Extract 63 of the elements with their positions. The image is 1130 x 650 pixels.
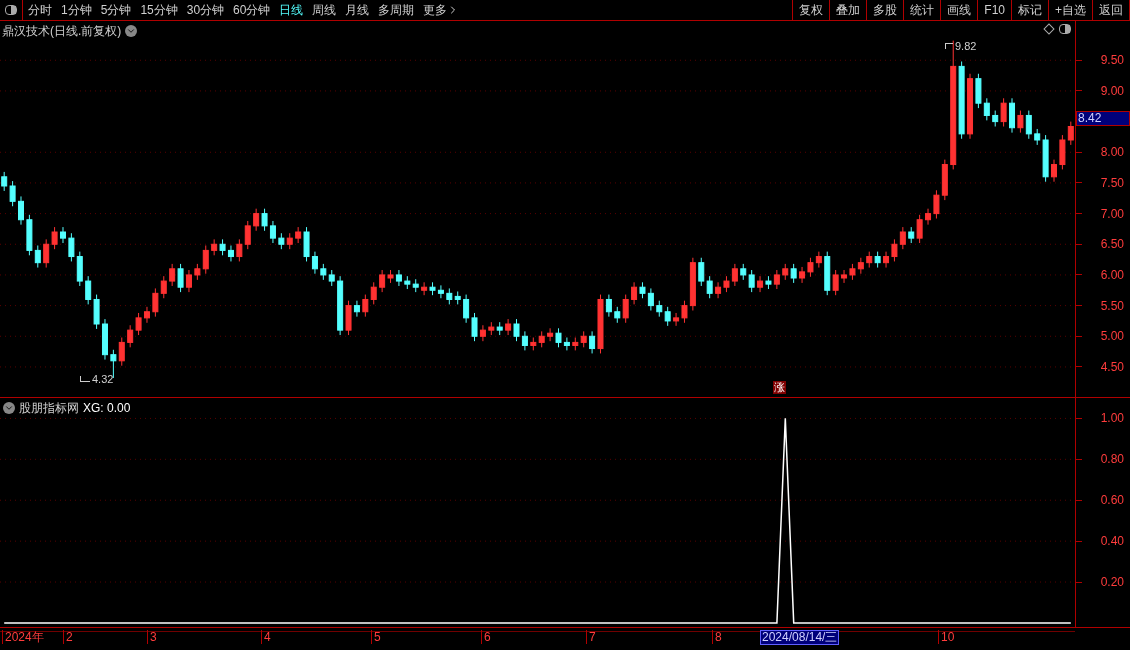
axis-label: 9.00 (1100, 83, 1124, 98)
toolbar-button[interactable]: 统计 (904, 0, 942, 20)
axis-label: 8.00 (1100, 145, 1124, 160)
indicator-title: 股朋指标网 (19, 400, 79, 417)
current-price-tag: 8.42 (1076, 111, 1130, 126)
period-tab[interactable]: 分时 (28, 1, 52, 19)
cursor-date-label: 2024/08/14/三 (760, 630, 840, 645)
axis-label: 0.40 (1100, 534, 1124, 549)
axis-label: 7.00 (1100, 206, 1124, 221)
axis-label: 1.00 (1100, 411, 1124, 426)
date-label: 8 (712, 630, 722, 644)
axis-label: 4.50 (1100, 359, 1124, 374)
candlestick (102, 318, 108, 361)
arrow-icon (80, 376, 90, 383)
candlestick (1009, 97, 1015, 134)
toolbar-button[interactable]: 叠加 (830, 0, 868, 20)
period-tab[interactable]: 多周期 (378, 1, 415, 19)
axis-label: 5.50 (1100, 298, 1124, 313)
period-tab[interactable]: 周线 (312, 1, 337, 19)
chart-title: 鼎汉技术(日线.前复权) (2, 23, 122, 40)
candlestick (18, 195, 24, 226)
period-tab[interactable]: 5分钟 (100, 1, 132, 19)
axis-label: 9.50 (1100, 53, 1124, 68)
dropdown-icon[interactable] (3, 402, 15, 414)
date-label: 7 (586, 630, 596, 644)
date-label: 2024年 (2, 630, 44, 644)
period-tab[interactable]: 月线 (345, 1, 370, 19)
low-price-label: 4.32 (92, 372, 114, 387)
date-label: 5 (371, 630, 381, 644)
high-price-label: 9.82 (955, 39, 977, 54)
dropdown-icon[interactable] (125, 25, 138, 37)
date-label: 4 (261, 630, 271, 644)
signal-marker: 涨 (773, 381, 786, 394)
axis-label: 7.50 (1100, 175, 1124, 190)
toolbar-button[interactable]: 标记 (1012, 0, 1049, 20)
period-tab[interactable]: 1分钟 (61, 1, 92, 19)
date-label: 2 (63, 630, 73, 644)
axis-label: 0.60 (1100, 493, 1124, 508)
period-tab[interactable]: 15分钟 (140, 1, 178, 19)
axis-label: 5.00 (1100, 329, 1124, 344)
axis-label: 0.20 (1100, 575, 1124, 589)
toolbar-button[interactable]: 返回 (1093, 0, 1130, 20)
toolbar-button[interactable]: 画线 (941, 0, 979, 20)
date-label: 3 (147, 630, 157, 644)
more-button[interactable]: 更多 (423, 1, 460, 19)
axis-label: 6.50 (1100, 237, 1124, 252)
arrow-icon (945, 43, 953, 50)
toolbar-button[interactable]: F10 (978, 0, 1012, 20)
period-tab[interactable]: 30分钟 (186, 1, 225, 19)
period-tab[interactable]: 日线 (279, 1, 304, 19)
toolbar-button[interactable]: 复权 (793, 0, 831, 20)
candlestick (1051, 159, 1057, 183)
axis-label: 6.00 (1100, 267, 1124, 282)
date-label: 6 (481, 630, 491, 644)
period-tab[interactable]: 60分钟 (233, 1, 271, 19)
date-label: 10 (938, 630, 955, 644)
toolbar-button[interactable]: 多股 (867, 0, 905, 20)
toolbar-button[interactable]: +自选 (1049, 0, 1093, 20)
candlestick (967, 73, 973, 140)
axis-label: 0.80 (1100, 452, 1124, 467)
panel-toggle-icon[interactable] (1059, 24, 1071, 34)
candlestick (60, 226, 66, 244)
indicator-readout: : 0.00 (100, 400, 131, 417)
